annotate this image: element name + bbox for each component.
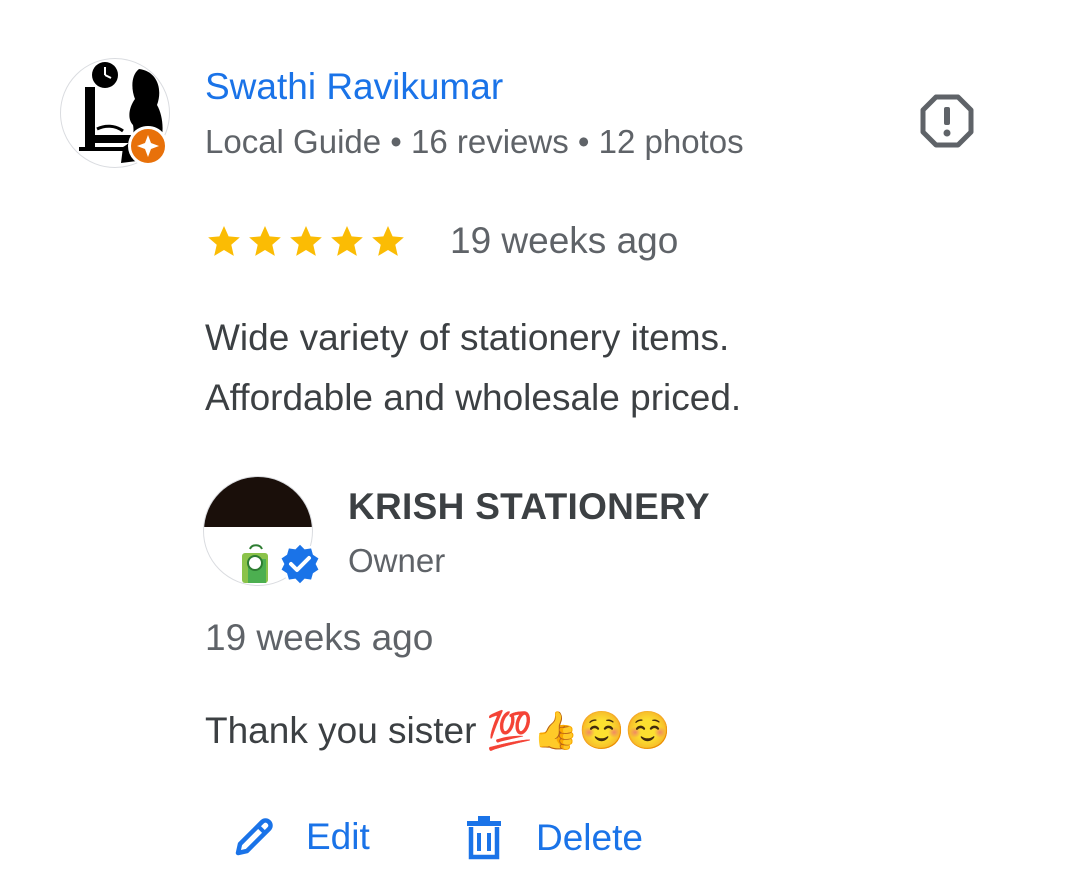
reviewer-avatar[interactable] [60,58,170,168]
star-icon [287,222,325,260]
star-icon [246,222,284,260]
delete-button[interactable]: Delete [462,815,643,861]
star-icon [328,222,366,260]
star-icon [205,222,243,260]
star-rating [205,222,407,260]
owner-role: Owner [348,542,446,579]
trash-icon [467,816,501,860]
review-text: Wide variety of stationery items. Afford… [205,308,965,428]
owner-avatar[interactable] [203,476,323,587]
star-icon [369,222,407,260]
review-text-line: Affordable and wholesale priced. [205,377,742,418]
verified-badge-icon [278,541,322,587]
owner-reply-text: Thank you sister 💯👍☺️☺️ [205,710,672,751]
owner-name[interactable]: KRISH STATIONERY [348,486,710,528]
review-date: 19 weeks ago [450,220,679,261]
report-button[interactable] [918,92,976,150]
delete-label: Delete [536,817,643,858]
reviewer-meta: Local Guide • 16 reviews • 12 photos [205,123,744,160]
report-icon [920,94,974,148]
review-text-line: Wide variety of stationery items. [205,317,730,358]
owner-reply-date: 19 weeks ago [205,617,434,658]
edit-label: Edit [306,816,370,857]
pencil-icon [235,818,273,856]
reviewer-name[interactable]: Swathi Ravikumar [205,66,503,108]
edit-button[interactable]: Edit [232,815,370,859]
local-guide-badge-icon [128,126,168,166]
